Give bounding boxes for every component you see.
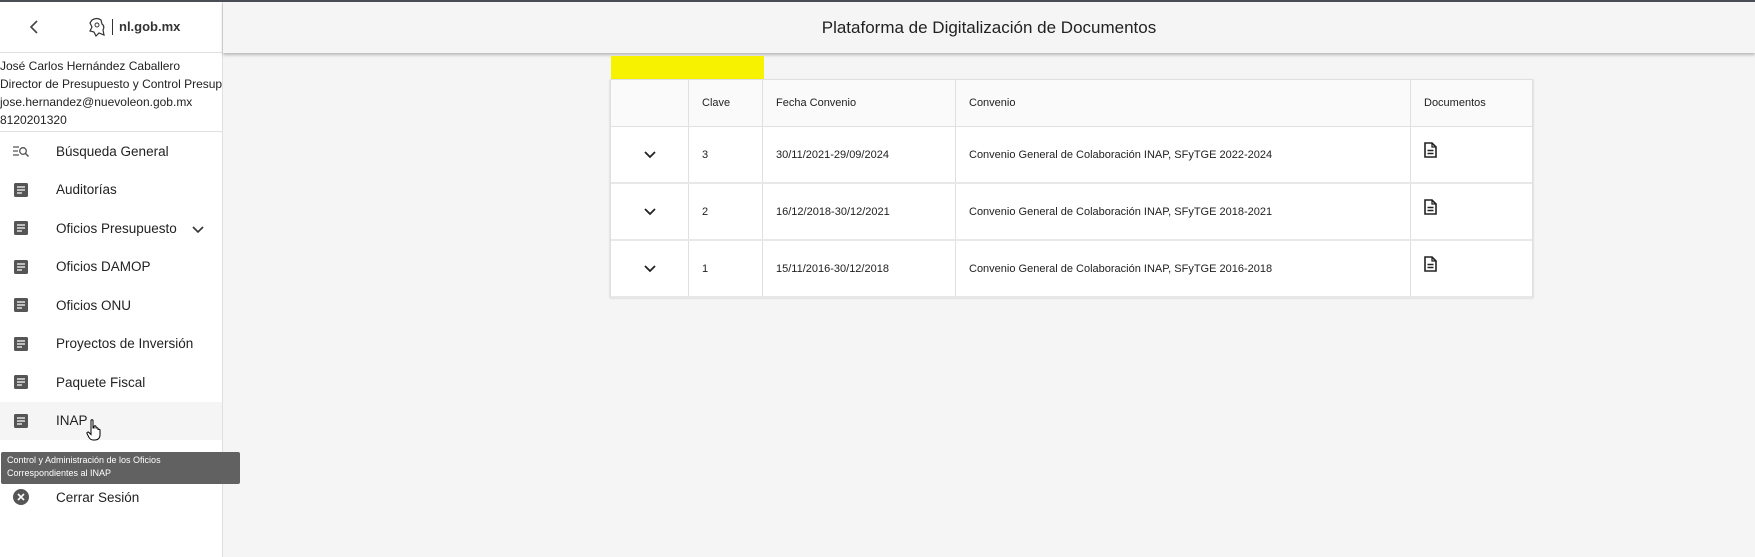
page-title: Plataforma de Digitalización de Document… xyxy=(821,17,1157,37)
expand-row-button[interactable] xyxy=(638,143,662,167)
document-download-button[interactable] xyxy=(1424,256,1437,272)
hand-cursor-icon xyxy=(86,419,101,441)
sidebar-item-label: Oficios ONU xyxy=(56,297,132,313)
search-list-icon xyxy=(12,142,30,160)
sidebar-item-oficios-presupuesto[interactable]: Oficios Presupuesto xyxy=(0,209,222,248)
sidebar-item-label: Auditorías xyxy=(56,182,117,198)
sidebar-item-label: Oficios Presupuesto xyxy=(56,220,177,236)
site-logo[interactable]: nl.gob.mx xyxy=(88,17,180,37)
chevron-down-icon xyxy=(643,150,656,158)
sidebar-item-label: Paquete Fiscal xyxy=(56,374,146,390)
user-email: jose.hernandez@nuevoleon.gob.mx xyxy=(0,95,193,109)
cell-convenio: Convenio General de Colaboración INAP, S… xyxy=(955,240,1411,298)
file-document-icon xyxy=(1424,142,1437,158)
file-document-icon xyxy=(1424,256,1437,272)
file-document-icon xyxy=(1424,199,1437,215)
cell-clave: 3 xyxy=(688,126,763,184)
sidebar-item-proyectos-inversion[interactable]: Proyectos de Inversión xyxy=(0,325,222,364)
user-info: José Carlos Hernández Caballero Director… xyxy=(0,53,222,132)
chevron-down-icon xyxy=(643,207,656,215)
document-icon xyxy=(12,219,30,237)
highlight-bar xyxy=(611,56,764,79)
nuevo-leon-emblem-icon xyxy=(89,17,105,37)
cell-convenio: Convenio General de Colaboración INAP, S… xyxy=(955,183,1411,241)
sidebar-item-inap[interactable]: INAP xyxy=(0,401,222,440)
cell-clave: 2 xyxy=(688,183,763,241)
document-icon xyxy=(12,412,30,430)
sidebar-item-oficios-damop[interactable]: Oficios DAMOP xyxy=(0,248,222,287)
table-row: 1 15/11/2016-30/12/2018 Convenio General… xyxy=(611,240,1532,298)
cell-clave: 1 xyxy=(688,240,763,298)
document-icon xyxy=(12,181,30,199)
table-header-row: Clave Fecha Convenio Convenio Documentos xyxy=(611,80,1532,127)
close-circle-icon xyxy=(12,488,30,506)
user-phone: 8120201320 xyxy=(0,113,67,127)
sidebar-item-busqueda-general[interactable]: Búsqueda General xyxy=(0,132,222,171)
column-header-clave[interactable]: Clave xyxy=(688,80,763,127)
chevron-down-icon[interactable] xyxy=(192,221,204,239)
app-header: Plataforma de Digitalización de Document… xyxy=(223,2,1755,53)
document-icon xyxy=(12,335,30,353)
tooltip-inap: Control y Administración de los Oficios … xyxy=(1,452,240,484)
sidebar-item-label: Proyectos de Inversión xyxy=(56,336,194,352)
logo-text: nl.gob.mx xyxy=(112,19,180,35)
sidebar-header: nl.gob.mx xyxy=(0,2,222,53)
document-download-button[interactable] xyxy=(1424,142,1437,158)
table-row: 2 16/12/2018-30/12/2021 Convenio General… xyxy=(611,183,1532,241)
column-header-convenio[interactable]: Convenio xyxy=(955,80,1411,127)
sidebar-item-paquete-fiscal[interactable]: Paquete Fiscal xyxy=(0,363,222,402)
collapse-sidebar-button[interactable] xyxy=(0,2,68,52)
sidebar-item-label: Oficios DAMOP xyxy=(56,259,151,275)
column-header-documentos[interactable]: Documentos xyxy=(1410,80,1532,127)
document-icon xyxy=(12,373,30,391)
document-icon xyxy=(12,258,30,276)
column-header-fecha[interactable]: Fecha Convenio xyxy=(762,80,956,127)
column-header-expand xyxy=(611,80,689,127)
sidebar-item-auditorias[interactable]: Auditorías xyxy=(0,171,222,210)
cell-fecha: 15/11/2016-30/12/2018 xyxy=(762,240,956,298)
expand-row-button[interactable] xyxy=(638,200,662,224)
cell-fecha: 16/12/2018-30/12/2021 xyxy=(762,183,956,241)
user-name: José Carlos Hernández Caballero xyxy=(0,59,181,73)
sidebar-item-oficios-onu[interactable]: Oficios ONU xyxy=(0,286,222,325)
user-role: Director de Presupuesto y Control Presup… xyxy=(0,77,222,91)
convenios-table: Clave Fecha Convenio Convenio Documentos… xyxy=(610,79,1533,298)
cell-fecha: 30/11/2021-29/09/2024 xyxy=(762,126,956,184)
expand-row-button[interactable] xyxy=(638,257,662,281)
table-row: 3 30/11/2021-29/09/2024 Convenio General… xyxy=(611,126,1532,184)
document-download-button[interactable] xyxy=(1424,199,1437,215)
cell-convenio: Convenio General de Colaboración INAP, S… xyxy=(955,126,1411,184)
sidebar-item-label: Búsqueda General xyxy=(56,143,169,159)
sidebar-item-label: INAP xyxy=(56,413,88,429)
chevron-left-icon xyxy=(29,20,38,34)
sidebar-item-label: Cerrar Sesión xyxy=(56,489,140,505)
document-icon xyxy=(12,296,30,314)
chevron-down-icon xyxy=(643,264,656,272)
